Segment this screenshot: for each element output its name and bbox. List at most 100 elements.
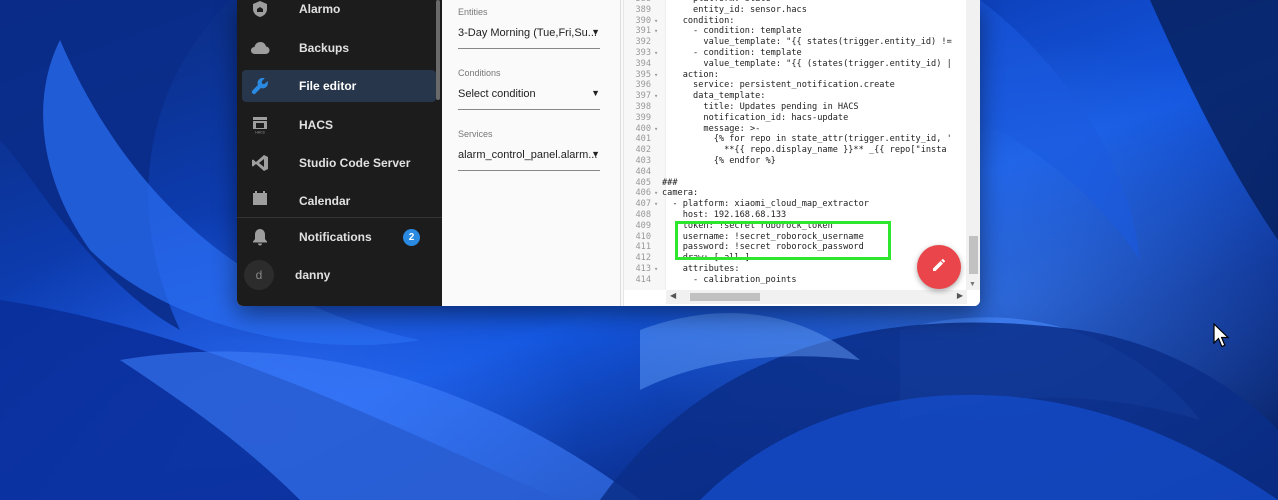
wrench-icon	[249, 75, 271, 97]
code-line[interactable]: 392 value_template: "{{ states(trigger.e…	[624, 37, 966, 48]
dropdown-arrow-icon: ▼	[591, 88, 600, 98]
code-line[interactable]: 406 ▾ camera:	[624, 188, 966, 199]
code-line[interactable]: 403 {% endfor %}	[624, 156, 966, 167]
code-text: - condition: template	[662, 26, 802, 37]
sidebar-item-label: Backups	[299, 41, 350, 55]
scroll-left-arrow-icon[interactable]: ◀	[670, 291, 676, 300]
code-line[interactable]: 400 ▾ message: >-	[624, 124, 966, 135]
fold-toggle-icon	[654, 178, 662, 189]
sidebar-item-label: Notifications	[299, 230, 372, 244]
fold-toggle-icon	[654, 275, 662, 286]
calendar-icon	[249, 191, 271, 205]
code-line[interactable]: 397 ▾ data_template:	[624, 91, 966, 102]
entities-field[interactable]: Entities 3-Day Morning (Tue,Fri,Su... ▼	[458, 7, 600, 49]
fold-toggle-icon	[654, 167, 662, 178]
line-number: 410	[635, 231, 651, 242]
field-underline	[458, 109, 600, 110]
fold-toggle-icon[interactable]: ▾	[654, 91, 662, 102]
code-line[interactable]: 408 host: 192.168.68.133	[624, 210, 966, 221]
fold-toggle-icon	[654, 80, 662, 91]
sidebar-item-label: Alarmo	[299, 2, 341, 16]
code-text: service: persistent_notification.create	[662, 80, 895, 91]
code-line[interactable]: 401 {% for repo in state_attr(trigger.en…	[624, 134, 966, 145]
sidebar-divider	[237, 217, 442, 218]
code-text: value_template: "{{ states(trigger.entit…	[662, 37, 952, 48]
user-name: danny	[295, 268, 331, 282]
services-select[interactable]: alarm_control_panel.alarm... ▼	[458, 149, 600, 165]
sidebar-item-studio-code-server[interactable]: Studio Code Server	[242, 147, 436, 179]
scrollbar-thumb[interactable]	[690, 293, 760, 301]
code-line[interactable]: 404	[624, 167, 966, 178]
line-number: 391	[635, 26, 651, 37]
conditions-select[interactable]: Select condition ▼	[458, 88, 600, 104]
bell-icon	[249, 226, 271, 248]
field-underline	[458, 48, 600, 49]
code-line[interactable]: 394 value_template: "{{ (states(trigger.…	[624, 59, 966, 70]
code-text: - calibration_points	[662, 274, 797, 285]
entities-select[interactable]: 3-Day Morning (Tue,Fri,Su... ▼	[458, 27, 600, 43]
sidebar-item-calendar[interactable]: Calendar	[242, 191, 436, 205]
fold-toggle-icon	[654, 210, 662, 221]
automation-panel: Entities 3-Day Morning (Tue,Fri,Su... ▼ …	[442, 0, 620, 306]
fold-toggle-icon	[654, 253, 662, 264]
line-number: 404	[635, 166, 651, 177]
code-text: entity_id: sensor.hacs	[662, 4, 807, 15]
scrollbar-thumb[interactable]	[969, 236, 978, 274]
avatar: d	[244, 260, 274, 290]
code-line[interactable]: 396 service: persistent_notification.cre…	[624, 80, 966, 91]
fold-toggle-icon[interactable]: ▾	[654, 48, 662, 59]
fold-toggle-icon[interactable]: ▾	[654, 16, 662, 27]
entities-value: 3-Day Morning (Tue,Fri,Su...	[458, 27, 597, 39]
code-line[interactable]: 390 ▾ condition:	[624, 16, 966, 27]
code-line[interactable]: 391 ▾ - condition: template	[624, 26, 966, 37]
code-line[interactable]: 395 ▾ action:	[624, 70, 966, 81]
code-line[interactable]: 414 - calibration_points	[624, 275, 966, 286]
code-line[interactable]: 393 ▾ - condition: template	[624, 48, 966, 59]
conditions-field[interactable]: Conditions Select condition ▼	[458, 68, 600, 110]
fold-toggle-icon[interactable]: ▾	[654, 264, 662, 275]
sidebar-item-notifications[interactable]: Notifications 2	[242, 221, 436, 253]
scroll-down-arrow-icon[interactable]: ▼	[969, 281, 976, 288]
code-text: message: >-	[662, 123, 761, 134]
code-line[interactable]: 405 ###	[624, 178, 966, 189]
services-field[interactable]: Services alarm_control_panel.alarm... ▼	[458, 129, 600, 171]
field-underline	[458, 170, 600, 171]
line-number: 394	[635, 58, 651, 69]
code-text: host: 192.168.68.133	[662, 209, 787, 220]
code-text: data_template:	[662, 91, 766, 102]
code-line[interactable]: 413 ▾ attributes:	[624, 264, 966, 275]
line-number: 399	[635, 112, 651, 123]
fold-toggle-icon[interactable]: ▾	[654, 188, 662, 199]
sidebar-item-hacs[interactable]: HACS HACS	[242, 109, 436, 141]
code-text: {% for repo in state_attr(trigger.entity…	[662, 134, 952, 145]
sidebar-scrollbar[interactable]	[436, 0, 440, 100]
vertical-scrollbar[interactable]: ▼	[966, 0, 980, 290]
sidebar-item-label: HACS	[299, 118, 334, 132]
code-line[interactable]: 407 ▾ - platform: xiaomi_cloud_map_extrac…	[624, 199, 966, 210]
code-text: condition:	[662, 15, 735, 26]
line-number: 392	[635, 37, 651, 48]
code-line[interactable]: 398 title: Updates pending in HACS	[624, 102, 966, 113]
code-line[interactable]: 389 entity_id: sensor.hacs	[624, 5, 966, 16]
code-line[interactable]: 402 **{{ repo.display_name }}** _{{ repo…	[624, 145, 966, 156]
fold-toggle-icon[interactable]: ▾	[654, 26, 662, 37]
edit-fab-button[interactable]	[917, 245, 961, 289]
fold-toggle-icon	[654, 5, 662, 16]
fold-toggle-icon[interactable]: ▾	[654, 199, 662, 210]
sidebar-item-user[interactable]: d danny	[242, 259, 436, 291]
line-number: 393	[635, 47, 651, 58]
line-number: 389	[635, 4, 651, 15]
scroll-right-arrow-icon[interactable]: ▶	[957, 291, 963, 300]
conditions-label: Conditions	[458, 68, 501, 78]
code-text: ###	[662, 177, 678, 188]
fold-toggle-icon[interactable]: ▾	[654, 70, 662, 81]
sidebar-item-backups[interactable]: Backups	[242, 32, 436, 64]
fold-toggle-icon	[654, 59, 662, 70]
sidebar-item-file-editor[interactable]: File editor	[242, 70, 436, 102]
fold-toggle-icon[interactable]: ▾	[654, 124, 662, 135]
horizontal-scrollbar[interactable]: ◀ ▶	[666, 290, 967, 304]
code-text: {% endfor %}	[662, 155, 776, 166]
code-line[interactable]: 399 notification_id: hacs-update	[624, 113, 966, 124]
sidebar: Alarmo Backups File editor HACS HACS Stu…	[237, 0, 442, 306]
sidebar-item-alarmo[interactable]: Alarmo	[242, 0, 436, 25]
